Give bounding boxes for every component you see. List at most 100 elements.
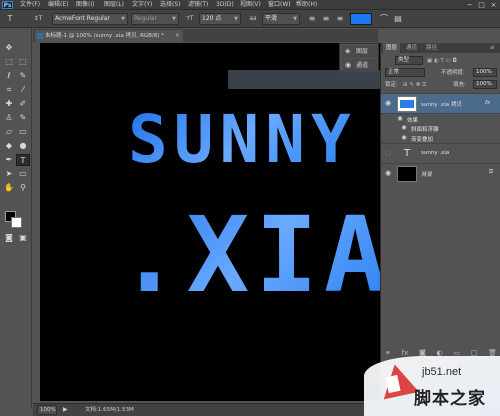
dodge-tool-icon[interactable]: ● [16, 140, 30, 152]
menu-edit[interactable]: 编辑(E) [48, 0, 68, 10]
menu-view[interactable]: 视图(V) [240, 0, 261, 10]
healing-brush-icon[interactable]: ✚ [2, 98, 16, 110]
eye-icon[interactable]: ◉ [399, 134, 409, 141]
layer-row-sunny-copy[interactable]: ◉ sunny .xia 拷贝 fx [381, 93, 500, 113]
path-select-icon[interactable]: ➤ [2, 168, 16, 180]
fx-icon[interactable]: fx [485, 100, 490, 106]
type-tool-icon[interactable]: T [4, 13, 16, 25]
document-tab[interactable]: 未标题-1 @ 100% (sunny .xia 拷贝, RGB/8) * × [35, 30, 183, 42]
menu-layer[interactable]: 图层(L) [104, 0, 124, 10]
canvas[interactable]: SUNNY .XIA [40, 43, 380, 401]
align-right-icon[interactable]: ≡ [334, 13, 346, 25]
channels-panel-label: 通道 [356, 62, 369, 69]
menu-3d[interactable]: 3D(D) [216, 0, 234, 10]
eraser-tool-icon[interactable]: ▱ [2, 126, 16, 138]
hand-tool-icon[interactable]: ✋ [2, 182, 16, 194]
font-family-select[interactable]: AcmeFont Regular ▼ [52, 13, 128, 25]
effect-bevel-row[interactable]: ◉ 斜面和浮雕 [381, 123, 500, 133]
antialias-icon: aa [249, 15, 257, 22]
font-style-value: Regular [134, 15, 158, 22]
move-tool-icon[interactable]: ✥ [2, 42, 16, 54]
eye-icon[interactable]: ◉ [383, 99, 393, 107]
pen-tool-icon[interactable]: ✒ [2, 154, 16, 166]
panel-tabs: 图层 通道 路径 ≡ [381, 43, 500, 53]
effect-gradient-label: 渐变叠加 [411, 137, 434, 143]
watermark-url: jb51.net [422, 366, 462, 378]
crop-tool-icon[interactable]: ⌗ [2, 84, 16, 96]
font-size-select[interactable]: 120 点 ▼ [199, 13, 241, 25]
character-panel-icon[interactable]: ▤ [392, 13, 404, 25]
align-left-icon[interactable]: ≡ [306, 13, 318, 25]
menu-file[interactable]: 文件(F) [20, 0, 40, 10]
fill-input[interactable]: 100% [473, 80, 497, 89]
menu-window[interactable]: 窗口(W) [268, 0, 291, 10]
type-tool-icon[interactable]: T [16, 154, 30, 166]
layer-thumbnail [397, 96, 417, 112]
marquee-tool-icon[interactable]: ⬚ [2, 56, 16, 68]
tab-channels[interactable]: 通道 [403, 43, 420, 53]
font-size-icon: тT [186, 15, 194, 22]
lock-icons[interactable]: ⊞ ✎ ✥ ⚿ [403, 79, 426, 91]
document-title: 未标题-1 @ 100% (sunny .xia 拷贝, RGB/8) * [45, 33, 164, 39]
brush-tool-icon[interactable]: ✐ [16, 98, 30, 110]
lasso-tool-icon[interactable]: ℓ [2, 70, 16, 82]
opacity-input[interactable]: 100% [473, 68, 497, 77]
text-layer-icon: T [397, 146, 417, 162]
panel-menu-icon[interactable]: ≡ [487, 43, 498, 53]
opacity-label: 不透明度: [441, 70, 465, 76]
eyedropper-tool-icon[interactable]: ⁄ [16, 84, 30, 96]
warp-text-icon[interactable]: ⌒ [378, 13, 390, 25]
close-button[interactable]: × [488, 0, 499, 10]
layer-row-sunny[interactable]: ▢ T sunny .xia [381, 143, 500, 163]
quick-mask-icon[interactable]: ◙ [2, 232, 16, 244]
effect-gradient-row[interactable]: ◉ 渐变叠加 [381, 133, 500, 143]
antialias-select[interactable]: 平滑 ▼ [262, 13, 300, 25]
fill-label: 填充: [453, 82, 466, 88]
tab-paths[interactable]: 路径 [423, 43, 440, 53]
canvas-text-line2: .XIA [118, 195, 380, 315]
lock-icon: ⚿ [489, 169, 494, 175]
canvas-text-line1: SUNNY [128, 101, 357, 178]
text-color-swatch[interactable] [350, 13, 372, 25]
quick-select-icon[interactable]: ✎ [16, 70, 30, 82]
background-color-swatch[interactable] [11, 217, 22, 228]
layers-panel: 图层 通道 路径 ≡ 类型 ▣ ◐ T ▭ ◘ 正常 不透明度: 100% 锁定… [380, 43, 500, 343]
menu-filter[interactable]: 滤镜(T) [188, 0, 208, 10]
layers-panel-button[interactable]: ◈ 图层 [342, 45, 378, 58]
filter-icons[interactable]: ▣ ◐ T ▭ ◘ [427, 55, 457, 67]
eye-icon[interactable]: ◉ [395, 115, 405, 122]
menu-image[interactable]: 图像(I) [76, 0, 94, 10]
blend-mode-select[interactable]: 正常 [385, 68, 425, 77]
marquee-alt-icon[interactable]: ⬚ [16, 56, 30, 68]
maximize-button[interactable]: □ [476, 0, 487, 10]
zoom-input[interactable]: 100% [37, 405, 57, 415]
tab-layers[interactable]: 图层 [383, 43, 401, 53]
font-style-select[interactable]: Regular ▼ [131, 13, 179, 25]
eye-icon[interactable]: ◉ [399, 124, 409, 131]
photoshop-logo: Ps [2, 1, 13, 9]
effects-row[interactable]: ◉ 效果 [381, 113, 500, 124]
link-layers-icon[interactable]: ⚭ [385, 349, 391, 359]
screen-mode-icon[interactable]: ▣ [16, 232, 30, 244]
menu-type[interactable]: 文字(Y) [132, 0, 152, 10]
chevron-down-icon: ▼ [121, 16, 125, 22]
text-orientation-icon[interactable]: ↕T [30, 13, 46, 25]
close-icon[interactable]: × [175, 30, 180, 42]
history-brush-icon[interactable]: ✎ [16, 112, 30, 124]
zoom-tool-icon[interactable]: ⚲ [16, 182, 30, 194]
document-size-info: 文档:1.65M/1.53M [85, 407, 134, 413]
status-options-icon[interactable]: ▶ [63, 404, 68, 416]
layer-row-background[interactable]: ◉ 背景 ⚿ [381, 163, 500, 183]
blur-tool-icon[interactable]: ◆ [2, 140, 16, 152]
menu-help[interactable]: 帮助(H) [296, 0, 317, 10]
chevron-down-icon: ▼ [172, 16, 176, 22]
gradient-tool-icon[interactable]: ▭ [16, 126, 30, 138]
eye-icon[interactable]: ◉ [383, 169, 393, 177]
minimize-button[interactable]: − [464, 0, 475, 10]
clone-stamp-icon[interactable]: ♙ [2, 112, 16, 124]
shape-tool-icon[interactable]: ▭ [16, 168, 30, 180]
eye-icon[interactable]: ▢ [383, 149, 393, 157]
menu-select[interactable]: 选择(S) [160, 0, 181, 10]
layer-kind-select[interactable]: 类型 [395, 56, 423, 65]
align-center-icon[interactable]: ≡ [320, 13, 332, 25]
